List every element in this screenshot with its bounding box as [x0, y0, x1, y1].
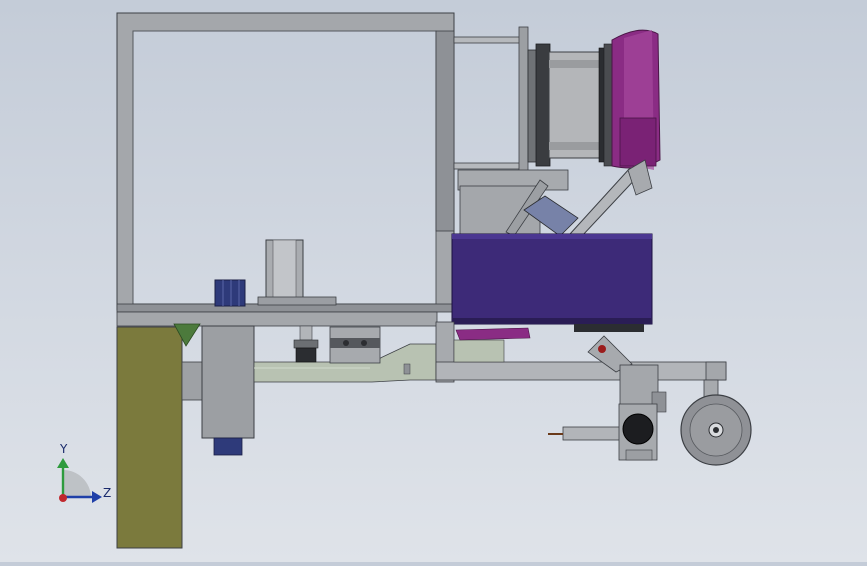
- small-motor: [548, 403, 658, 461]
- leveling-foot: [293, 325, 319, 363]
- triad-y-label: Y: [60, 442, 68, 456]
- cad-viewport[interactable]: Y Z: [0, 0, 867, 562]
- bearing-block: [329, 326, 381, 364]
- triad-z-label: Z: [103, 486, 112, 500]
- inner-motor: [257, 239, 337, 306]
- guide-rods: [453, 36, 525, 170]
- purple-box: [451, 233, 653, 325]
- olive-plate: [116, 323, 201, 549]
- drum-assembly: [518, 26, 661, 180]
- wheel: [680, 379, 752, 466]
- chute: [457, 159, 653, 237]
- blue-motor-block: [214, 279, 246, 307]
- lower-chassis: [435, 321, 727, 383]
- coordinate-triad: [57, 458, 102, 503]
- cad-drawing: [57, 12, 752, 549]
- lower-motor: [181, 325, 255, 456]
